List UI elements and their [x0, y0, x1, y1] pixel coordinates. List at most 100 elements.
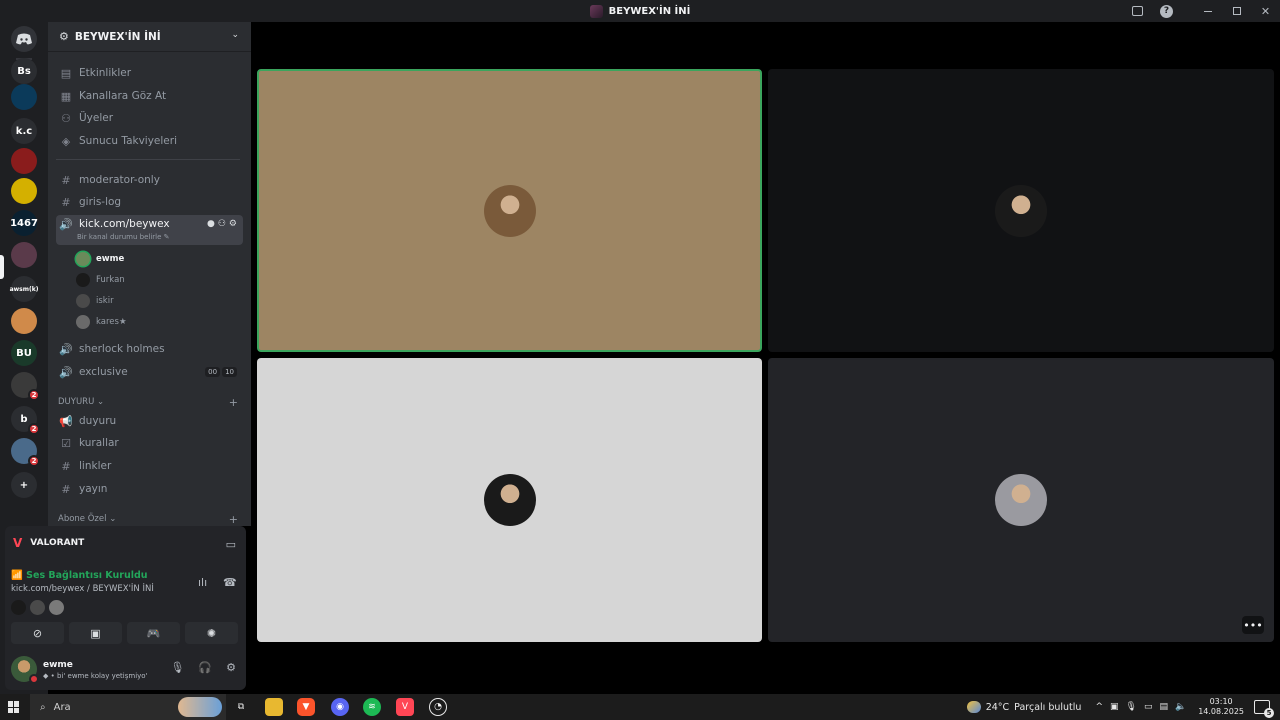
category-duyuru[interactable]: DUYURU ⌄ + — [58, 394, 242, 410]
clock[interactable]: 03:10 14.08.2025 — [1198, 697, 1244, 717]
voice-user[interactable]: iskir — [76, 291, 114, 311]
participant-tile[interactable]: ••• — [768, 358, 1274, 642]
title-bar: BEYWEX'İN İNİ ? ✕ — [0, 0, 1280, 22]
channel-status[interactable]: Bir kanal durumu belirle ✎ — [77, 233, 170, 241]
help-button[interactable]: ? — [1152, 0, 1181, 22]
game-activity[interactable]: V VALORANT — [13, 536, 84, 550]
avatar[interactable] — [11, 656, 39, 684]
server-icon[interactable] — [11, 308, 37, 334]
chat-icon[interactable]: ● — [207, 219, 215, 229]
channel-sherlock-holmes[interactable]: 🔊 sherlock holmes — [56, 338, 243, 360]
more-options-button[interactable]: ••• — [1242, 616, 1264, 634]
discord-taskbar-button[interactable]: ◉ — [331, 698, 349, 716]
inbox-button[interactable] — [1123, 0, 1152, 22]
server-icon[interactable]: awsm(k) — [10, 276, 38, 302]
start-button[interactable] — [8, 701, 20, 713]
network-icon[interactable]: ▤ — [1159, 702, 1168, 712]
display-icon[interactable]: ▭ — [1144, 702, 1153, 712]
close-button[interactable]: ✕ — [1251, 0, 1280, 22]
minimize-button[interactable] — [1193, 0, 1222, 22]
add-channel-icon[interactable]: + — [229, 513, 238, 526]
notification-center-button[interactable]: 5 — [1254, 700, 1274, 718]
home-button[interactable] — [11, 26, 37, 52]
avatar[interactable] — [30, 600, 45, 615]
server-icon[interactable]: 2 — [11, 438, 40, 467]
share-screen-button[interactable]: ▣ — [69, 622, 122, 644]
user-status[interactable]: ◆ • bi' ewme kolay yetişmiyo' — [43, 672, 148, 680]
app-taskbar-button[interactable]: ◔ — [429, 698, 447, 716]
channel-yayin[interactable]: # yayın — [56, 478, 243, 500]
channel-label: giris-log — [79, 196, 122, 208]
server-header[interactable]: ⚙ BEYWEX'İN İNİ ⌄ — [48, 22, 251, 52]
maximize-icon — [1232, 7, 1241, 15]
task-view-button[interactable]: ⧉ — [232, 698, 250, 716]
tray-app-icon[interactable]: ▣ — [1110, 702, 1119, 712]
voice-connected-status[interactable]: 📶 Ses Bağlantısı Kuruldu — [11, 570, 148, 581]
channel-settings-icon[interactable]: ⚙ — [229, 219, 237, 229]
user-name[interactable]: ewme — [43, 660, 73, 670]
avatar[interactable] — [11, 600, 26, 615]
add-channel-icon[interactable]: + — [229, 396, 238, 409]
screen-share-icon[interactable]: ▭ — [226, 538, 236, 551]
server-icon[interactable]: b2 — [11, 406, 40, 435]
maximize-button[interactable] — [1222, 0, 1251, 22]
nav-server-boosts[interactable]: ◈ Sunucu Takviyeleri — [56, 130, 243, 152]
close-icon: ✕ — [1260, 4, 1271, 18]
camera-off-icon: ⊘ — [32, 626, 43, 640]
server-icon[interactable]: + — [11, 472, 37, 498]
server-icon[interactable] — [11, 148, 37, 174]
microphone-tray-icon[interactable]: 🎙 — [1126, 702, 1137, 712]
participant-tile[interactable] — [768, 69, 1274, 352]
server-icon[interactable]: 1467 — [10, 210, 38, 236]
volume-icon[interactable]: 🔈 — [1175, 702, 1186, 712]
chevron-up-icon[interactable]: ^ — [1095, 702, 1103, 712]
valorant-taskbar-button[interactable]: V — [396, 698, 414, 716]
signal-icon: 📶 — [11, 570, 23, 581]
server-icon[interactable]: k.c — [11, 118, 37, 144]
disconnect-icon[interactable]: ☎ — [223, 576, 237, 589]
channel-kick-beywex[interactable]: 🔊 kick.com/beywex Bir kanal durumu belir… — [56, 215, 243, 245]
voice-user[interactable]: ewme — [76, 249, 124, 269]
voice-user[interactable]: kares★ — [76, 312, 127, 332]
server-icon[interactable] — [11, 84, 37, 110]
soundboard-button[interactable]: ✺ — [185, 622, 238, 644]
voice-user-name: Furkan — [96, 275, 125, 285]
speaker-icon: 🔊 — [59, 218, 73, 231]
noise-suppression-icon[interactable]: ılı — [198, 576, 207, 589]
participant-tile-speaking[interactable] — [257, 69, 762, 352]
activities-button[interactable]: 🎮 — [127, 622, 180, 644]
server-icon[interactable] — [11, 178, 37, 204]
valorant-icon: V — [401, 702, 409, 712]
server-icon[interactable] — [11, 242, 37, 268]
headphones-icon[interactable]: 🎧 — [198, 661, 212, 674]
channel-exclusive[interactable]: 🔊 exclusive 00 10 — [56, 361, 243, 383]
taskbar-search[interactable]: ⌕ Ara — [30, 694, 226, 720]
nav-events[interactable]: ▤ Etkinlikler — [56, 62, 243, 84]
spotify-button[interactable]: ≋ — [363, 698, 381, 716]
server-icon[interactable]: Bs — [11, 58, 37, 84]
channel-duyuru[interactable]: 📢 duyuru — [56, 410, 243, 432]
channel-moderator-only[interactable]: # moderator-only — [56, 169, 243, 191]
channel-linkler[interactable]: # linkler — [56, 455, 243, 477]
server-icon[interactable]: 2 — [11, 372, 40, 401]
channel-giris-log[interactable]: # giris-log — [56, 191, 243, 213]
user-limit: 10 — [222, 367, 237, 377]
participant-tile[interactable] — [257, 358, 762, 642]
voice-route[interactable]: kick.com/beywex / BEYWEX'İN İNİ — [11, 584, 154, 594]
nav-browse-channels[interactable]: ▦ Kanallara Göz At — [56, 85, 243, 107]
nav-members[interactable]: ⚇ Üyeler — [56, 107, 243, 129]
mention-badge: 2 — [28, 455, 40, 467]
weather-widget[interactable]: 24°C Parçalı bulutlu — [966, 701, 1081, 713]
brave-button[interactable]: ▼ — [297, 698, 315, 716]
voice-user[interactable]: Furkan — [76, 270, 125, 290]
voice-connected-text: Ses Bağlantısı Kuruldu — [26, 570, 148, 581]
microphone-icon[interactable]: 🎙 — [170, 661, 184, 674]
channel-kurallar[interactable]: ☑ kurallar — [56, 432, 243, 454]
server-icon[interactable]: BU — [11, 340, 37, 366]
avatar[interactable] — [49, 600, 64, 615]
category-abone-ozel[interactable]: Abone Özel ⌄ + — [58, 511, 242, 526]
file-explorer-button[interactable] — [265, 698, 283, 716]
invite-icon[interactable]: ⚇ — [218, 219, 226, 229]
camera-off-button[interactable]: ⊘ — [11, 622, 64, 644]
user-settings-icon[interactable]: ⚙ — [226, 661, 236, 674]
